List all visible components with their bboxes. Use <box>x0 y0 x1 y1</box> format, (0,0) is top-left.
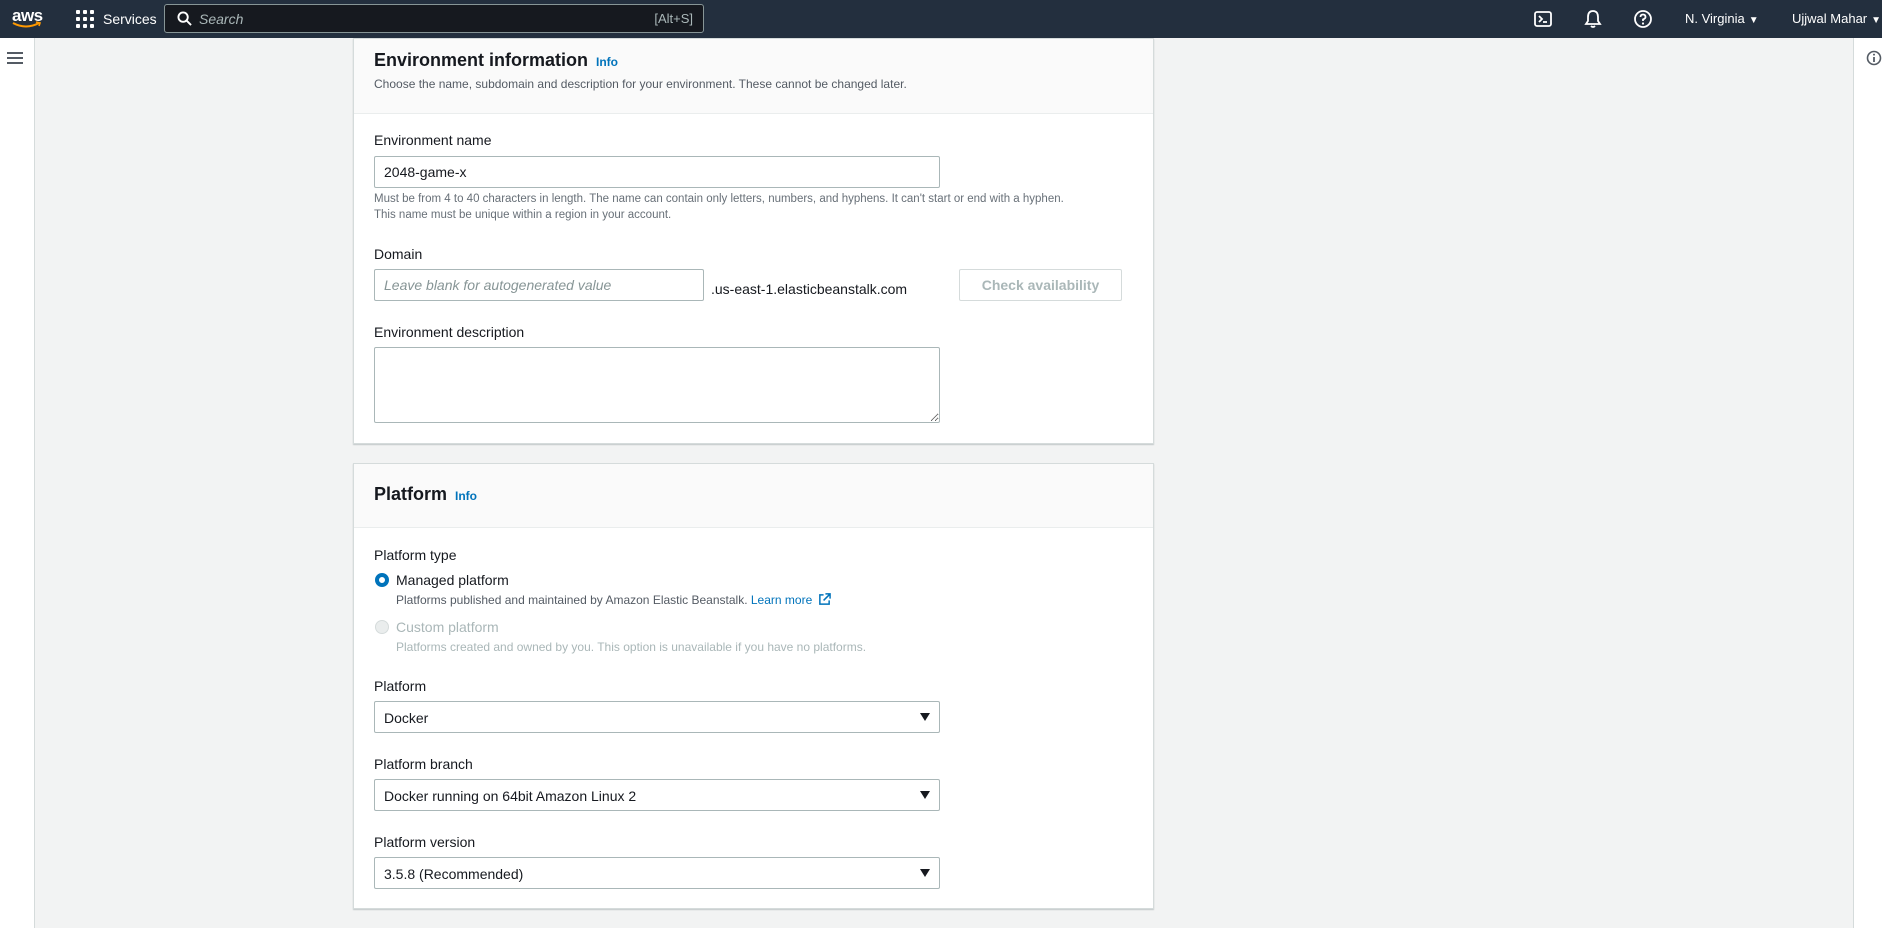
learn-more-label: Learn more <box>750 593 813 607</box>
platform-panel: Platform Info Platform type Managed platf… <box>353 463 1154 909</box>
hamburger-menu-icon[interactable] <box>7 52 23 66</box>
managed-platform-label[interactable]: Managed platform <box>396 572 509 588</box>
info-panel-icon[interactable] <box>1866 50 1882 66</box>
platform-header: Platform Info <box>354 464 1153 528</box>
platform-branch-select[interactable]: Docker running on 64bit Amazon Linux 2 <box>374 779 940 811</box>
environment-information-panel: Environment information Info Choose the n… <box>353 38 1154 444</box>
platform-select-value: Docker <box>384 710 429 726</box>
services-menu-button[interactable]: Services <box>76 0 157 38</box>
region-label: N. Virginia <box>1685 11 1745 26</box>
help-icon[interactable] <box>1633 9 1653 29</box>
platform-version-label: Platform version <box>374 834 476 850</box>
check-availability-button[interactable]: Check availability <box>959 269 1122 301</box>
aws-smile-icon <box>12 21 42 28</box>
environment-description-textarea[interactable] <box>374 347 940 423</box>
user-menu[interactable]: Ujjwal Mahar ▼ <box>1792 11 1881 26</box>
caret-down-icon <box>920 791 930 799</box>
platform-version-select[interactable]: 3.5.8 (Recommended) <box>374 857 940 889</box>
user-caret-icon: ▼ <box>1871 15 1882 26</box>
notifications-bell-icon[interactable] <box>1583 9 1603 29</box>
environment-name-hint: Must be from 4 to 40 characters in lengt… <box>374 191 1154 223</box>
environment-name-label: Environment name <box>374 132 492 148</box>
managed-platform-description: Platforms published and maintained by Am… <box>396 592 831 608</box>
custom-platform-description: Platforms created and owned by you. This… <box>396 640 867 654</box>
domain-label: Domain <box>374 246 423 262</box>
aws-logo[interactable]: aws <box>12 6 44 32</box>
user-name: Ujjwal Mahar <box>1792 11 1868 26</box>
region-caret-icon: ▼ <box>1748 15 1759 26</box>
services-grid-icon <box>76 10 94 28</box>
platform-select[interactable]: Docker <box>374 701 940 733</box>
top-navigation-bar: aws Services [Alt+S] N. Virginia▼ <box>0 0 1882 38</box>
environment-description-label: Environment description <box>374 324 525 340</box>
custom-platform-label[interactable]: Custom platform <box>396 619 499 635</box>
platform-type-label: Platform type <box>374 547 457 563</box>
platform-branch-label: Platform branch <box>374 756 473 772</box>
platform-version-select-value: 3.5.8 (Recommended) <box>384 866 524 882</box>
search-icon <box>177 11 192 26</box>
platform-label: Platform <box>374 678 427 694</box>
search-input[interactable] <box>199 7 619 30</box>
custom-platform-radio[interactable] <box>375 620 389 634</box>
platform-info-link[interactable]: Info <box>455 489 477 503</box>
region-selector[interactable]: N. Virginia ▼ <box>1685 11 1759 26</box>
cloudshell-icon[interactable] <box>1533 9 1553 29</box>
search-shortcut-hint: [Alt+S] <box>654 11 693 26</box>
managed-platform-desc-text: Platforms published and maintained by Am… <box>396 593 748 607</box>
caret-down-icon <box>920 713 930 721</box>
caret-down-icon <box>920 869 930 877</box>
learn-more-link[interactable]: Learn more <box>751 593 831 607</box>
environment-information-description: Choose the name, subdomain and descripti… <box>374 77 907 91</box>
managed-platform-radio[interactable] <box>375 573 389 587</box>
right-help-panel-rail <box>1853 38 1882 928</box>
environment-name-input[interactable] <box>374 156 940 188</box>
environment-information-header: Environment information Info Choose the n… <box>354 39 1153 114</box>
external-link-icon <box>818 593 831 605</box>
left-side-navigation-rail <box>0 38 35 928</box>
environment-info-link[interactable]: Info <box>596 55 618 69</box>
environment-name-hint-line2: This name must be unique within a region… <box>374 209 672 221</box>
search-bar[interactable]: [Alt+S] <box>164 4 704 33</box>
domain-suffix: .us-east-1.elasticbeanstalk.com <box>711 281 908 297</box>
environment-information-title: Environment information <box>374 50 589 70</box>
domain-input[interactable] <box>374 269 704 301</box>
services-label: Services <box>103 11 157 27</box>
platform-title: Platform <box>374 484 448 504</box>
environment-name-hint-line1: Must be from 4 to 40 characters in lengt… <box>374 193 1064 205</box>
platform-branch-select-value: Docker running on 64bit Amazon Linux 2 <box>384 788 637 804</box>
